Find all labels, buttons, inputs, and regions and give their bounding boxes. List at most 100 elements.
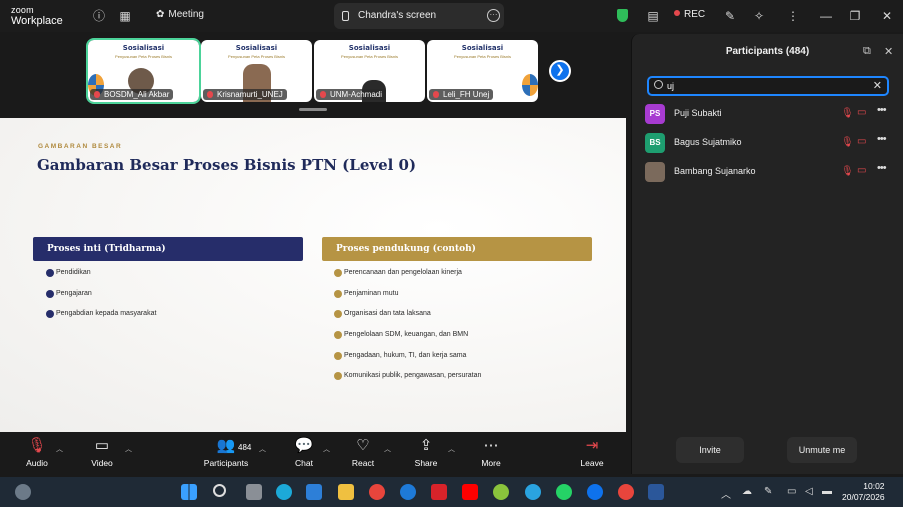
store-icon[interactable] [306, 484, 322, 500]
muted-mic-icon [207, 91, 213, 98]
list-item-text: Pengabdian kepada masyarakat [56, 310, 157, 317]
pop-out-icon[interactable]: ⧉ [863, 45, 871, 58]
more-dots-icon: ⋯ [483, 437, 499, 454]
thumb-name: BOSDM_Ali Akbar [104, 90, 170, 99]
tray-chevron-icon[interactable]: ︿ [721, 486, 731, 501]
resize-handle[interactable] [299, 108, 327, 111]
search-input[interactable] [667, 79, 867, 93]
share-caret-icon[interactable]: ︿ [448, 444, 455, 454]
minimize-icon[interactable]: — [818, 8, 834, 24]
telegram-icon[interactable] [525, 484, 541, 500]
windows-taskbar: ︿ ☁ ✎ ▭ ◁ ▬ 10:02 20/07/2026 [0, 477, 903, 507]
sparkle-icon[interactable]: ✧ [751, 8, 767, 24]
more-options-icon[interactable]: ••• [877, 104, 887, 116]
cloud-icon[interactable] [493, 484, 509, 500]
muted-mic-icon[interactable]: 🎙 [841, 108, 854, 119]
search-icon[interactable] [213, 484, 226, 497]
file-explorer-icon[interactable] [338, 484, 354, 500]
zoom-app-icon[interactable] [587, 484, 603, 500]
participants-label: Participants [203, 458, 249, 468]
muted-mic-icon[interactable]: 🎙 [841, 166, 854, 177]
more-label: More [481, 458, 501, 468]
video-button[interactable]: ▭ Video [89, 437, 115, 468]
thumb-title: Sosialisasi [122, 44, 165, 52]
react-button[interactable]: ♡ React [350, 437, 376, 468]
video-off-icon[interactable]: ▭ [857, 136, 866, 147]
invite-button[interactable]: Invite [676, 437, 744, 463]
thumb-title: Sosialisasi [461, 44, 504, 52]
info-icon[interactable]: ⓘ [91, 8, 107, 24]
clear-search-icon[interactable]: ✕ [873, 79, 882, 92]
react-caret-icon[interactable]: ︿ [384, 444, 391, 454]
windows-start-icon[interactable] [181, 484, 197, 500]
help-icon[interactable] [400, 484, 416, 500]
screen-share-label: Chandra's screen [358, 10, 437, 21]
restore-icon[interactable]: ❐ [847, 8, 863, 24]
word-icon[interactable] [648, 484, 664, 500]
muted-mic-icon[interactable]: 🎙 [841, 137, 854, 148]
participants-button[interactable]: 👥 Participants [200, 437, 252, 468]
participant-row[interactable]: BS Bagus Sujatmiko 🎙 ▭ ••• [645, 133, 895, 153]
chrome-icon[interactable] [618, 484, 634, 500]
close-icon[interactable]: ✕ [879, 8, 895, 24]
task-view-icon[interactable] [246, 484, 262, 500]
chat-caret-icon[interactable]: ︿ [323, 444, 330, 454]
video-thumb[interactable]: Sosialisasi Penyusunan Peta Proses Bisni… [314, 40, 425, 102]
participants-panel: Participants (484) ⧉ ✕ ✕ PS Puji Subakti… [631, 34, 903, 474]
more-button[interactable]: ⋯ More [478, 437, 504, 468]
leave-button[interactable]: ⇥ Leave [579, 437, 605, 468]
record-icon [674, 10, 680, 16]
whatsapp-icon[interactable] [556, 484, 572, 500]
unmute-me-button[interactable]: Unmute me [787, 437, 857, 463]
tray-app-icon[interactable]: ☁ [742, 486, 752, 497]
list-item: Pengelolaan SDM, keuangan, dan BMN [334, 331, 468, 339]
participants-caret-icon[interactable]: ︿ [259, 444, 266, 454]
meeting-label-group: ✿ Meeting [156, 9, 204, 20]
notes-icon[interactable]: ▤ [645, 8, 661, 24]
video-thumb[interactable]: Sosialisasi Penyusunan Peta Proses Bisni… [86, 38, 201, 104]
draw-icon[interactable]: ✎ [722, 8, 738, 24]
more-options-icon[interactable]: ••• [877, 162, 887, 174]
core-process-header: Proses inti (Tridharma) [33, 237, 303, 261]
share-button[interactable]: ⇪ Share [413, 437, 439, 468]
video-caret-icon[interactable]: ︿ [125, 444, 132, 454]
next-page-button[interactable]: ❯ [549, 60, 571, 82]
video-off-icon[interactable]: ▭ [857, 107, 866, 118]
grid-icon[interactable]: ▦ [117, 8, 133, 24]
system-clock[interactable]: 10:02 20/07/2026 [842, 481, 885, 503]
participant-row[interactable]: Bambang Sujanarko 🎙 ▭ ••• [645, 162, 895, 182]
audio-button[interactable]: 🎙 Audio [24, 437, 50, 468]
tray-pen-icon[interactable]: ✎ [764, 486, 772, 497]
weather-icon[interactable] [15, 484, 31, 500]
volume-icon[interactable]: ◁ [805, 486, 813, 497]
more-vertical-icon[interactable]: ⋮ [785, 8, 801, 24]
participant-row[interactable]: PS Puji Subakti 🎙 ▭ ••• [645, 104, 895, 124]
list-item: Pengajaran [46, 290, 92, 298]
chrome-icon[interactable] [369, 484, 385, 500]
screen-share-pill[interactable]: Chandra's screen ··· [334, 3, 504, 29]
youtube-icon[interactable] [462, 484, 478, 500]
clock-time: 10:02 [863, 481, 885, 491]
more-options-icon[interactable]: ••• [877, 133, 887, 145]
participant-search[interactable]: ✕ [647, 76, 889, 96]
share-label: Share [414, 458, 438, 468]
shield-icon[interactable] [617, 9, 628, 22]
chat-button[interactable]: 💬 Chat [292, 437, 316, 468]
thumb-subtitle: Penyusunan Peta Proses Bisnis [341, 54, 398, 59]
more-options-icon[interactable]: ··· [487, 9, 500, 22]
battery-icon[interactable]: ▬ [822, 486, 832, 497]
record-indicator[interactable]: REC [674, 9, 705, 20]
audio-caret-icon[interactable]: ︿ [56, 444, 63, 454]
bullet-icon [46, 269, 54, 277]
video-thumb[interactable]: Sosialisasi Penyusunan Peta Proses Bisni… [427, 40, 538, 102]
antivirus-icon[interactable] [431, 484, 447, 500]
display-icon[interactable]: ▭ [787, 486, 796, 497]
video-off-icon[interactable]: ▭ [857, 165, 866, 176]
leave-label: Leave [580, 458, 604, 468]
close-panel-icon[interactable]: ✕ [884, 45, 893, 58]
list-item-text: Pengajaran [56, 290, 92, 297]
muted-mic-icon: 🎙 [27, 437, 47, 454]
video-thumb[interactable]: Sosialisasi Penyusunan Peta Proses Bisni… [201, 40, 312, 102]
thumb-name: Leli_FH Unej [443, 90, 490, 99]
edge-icon[interactable] [276, 484, 292, 500]
